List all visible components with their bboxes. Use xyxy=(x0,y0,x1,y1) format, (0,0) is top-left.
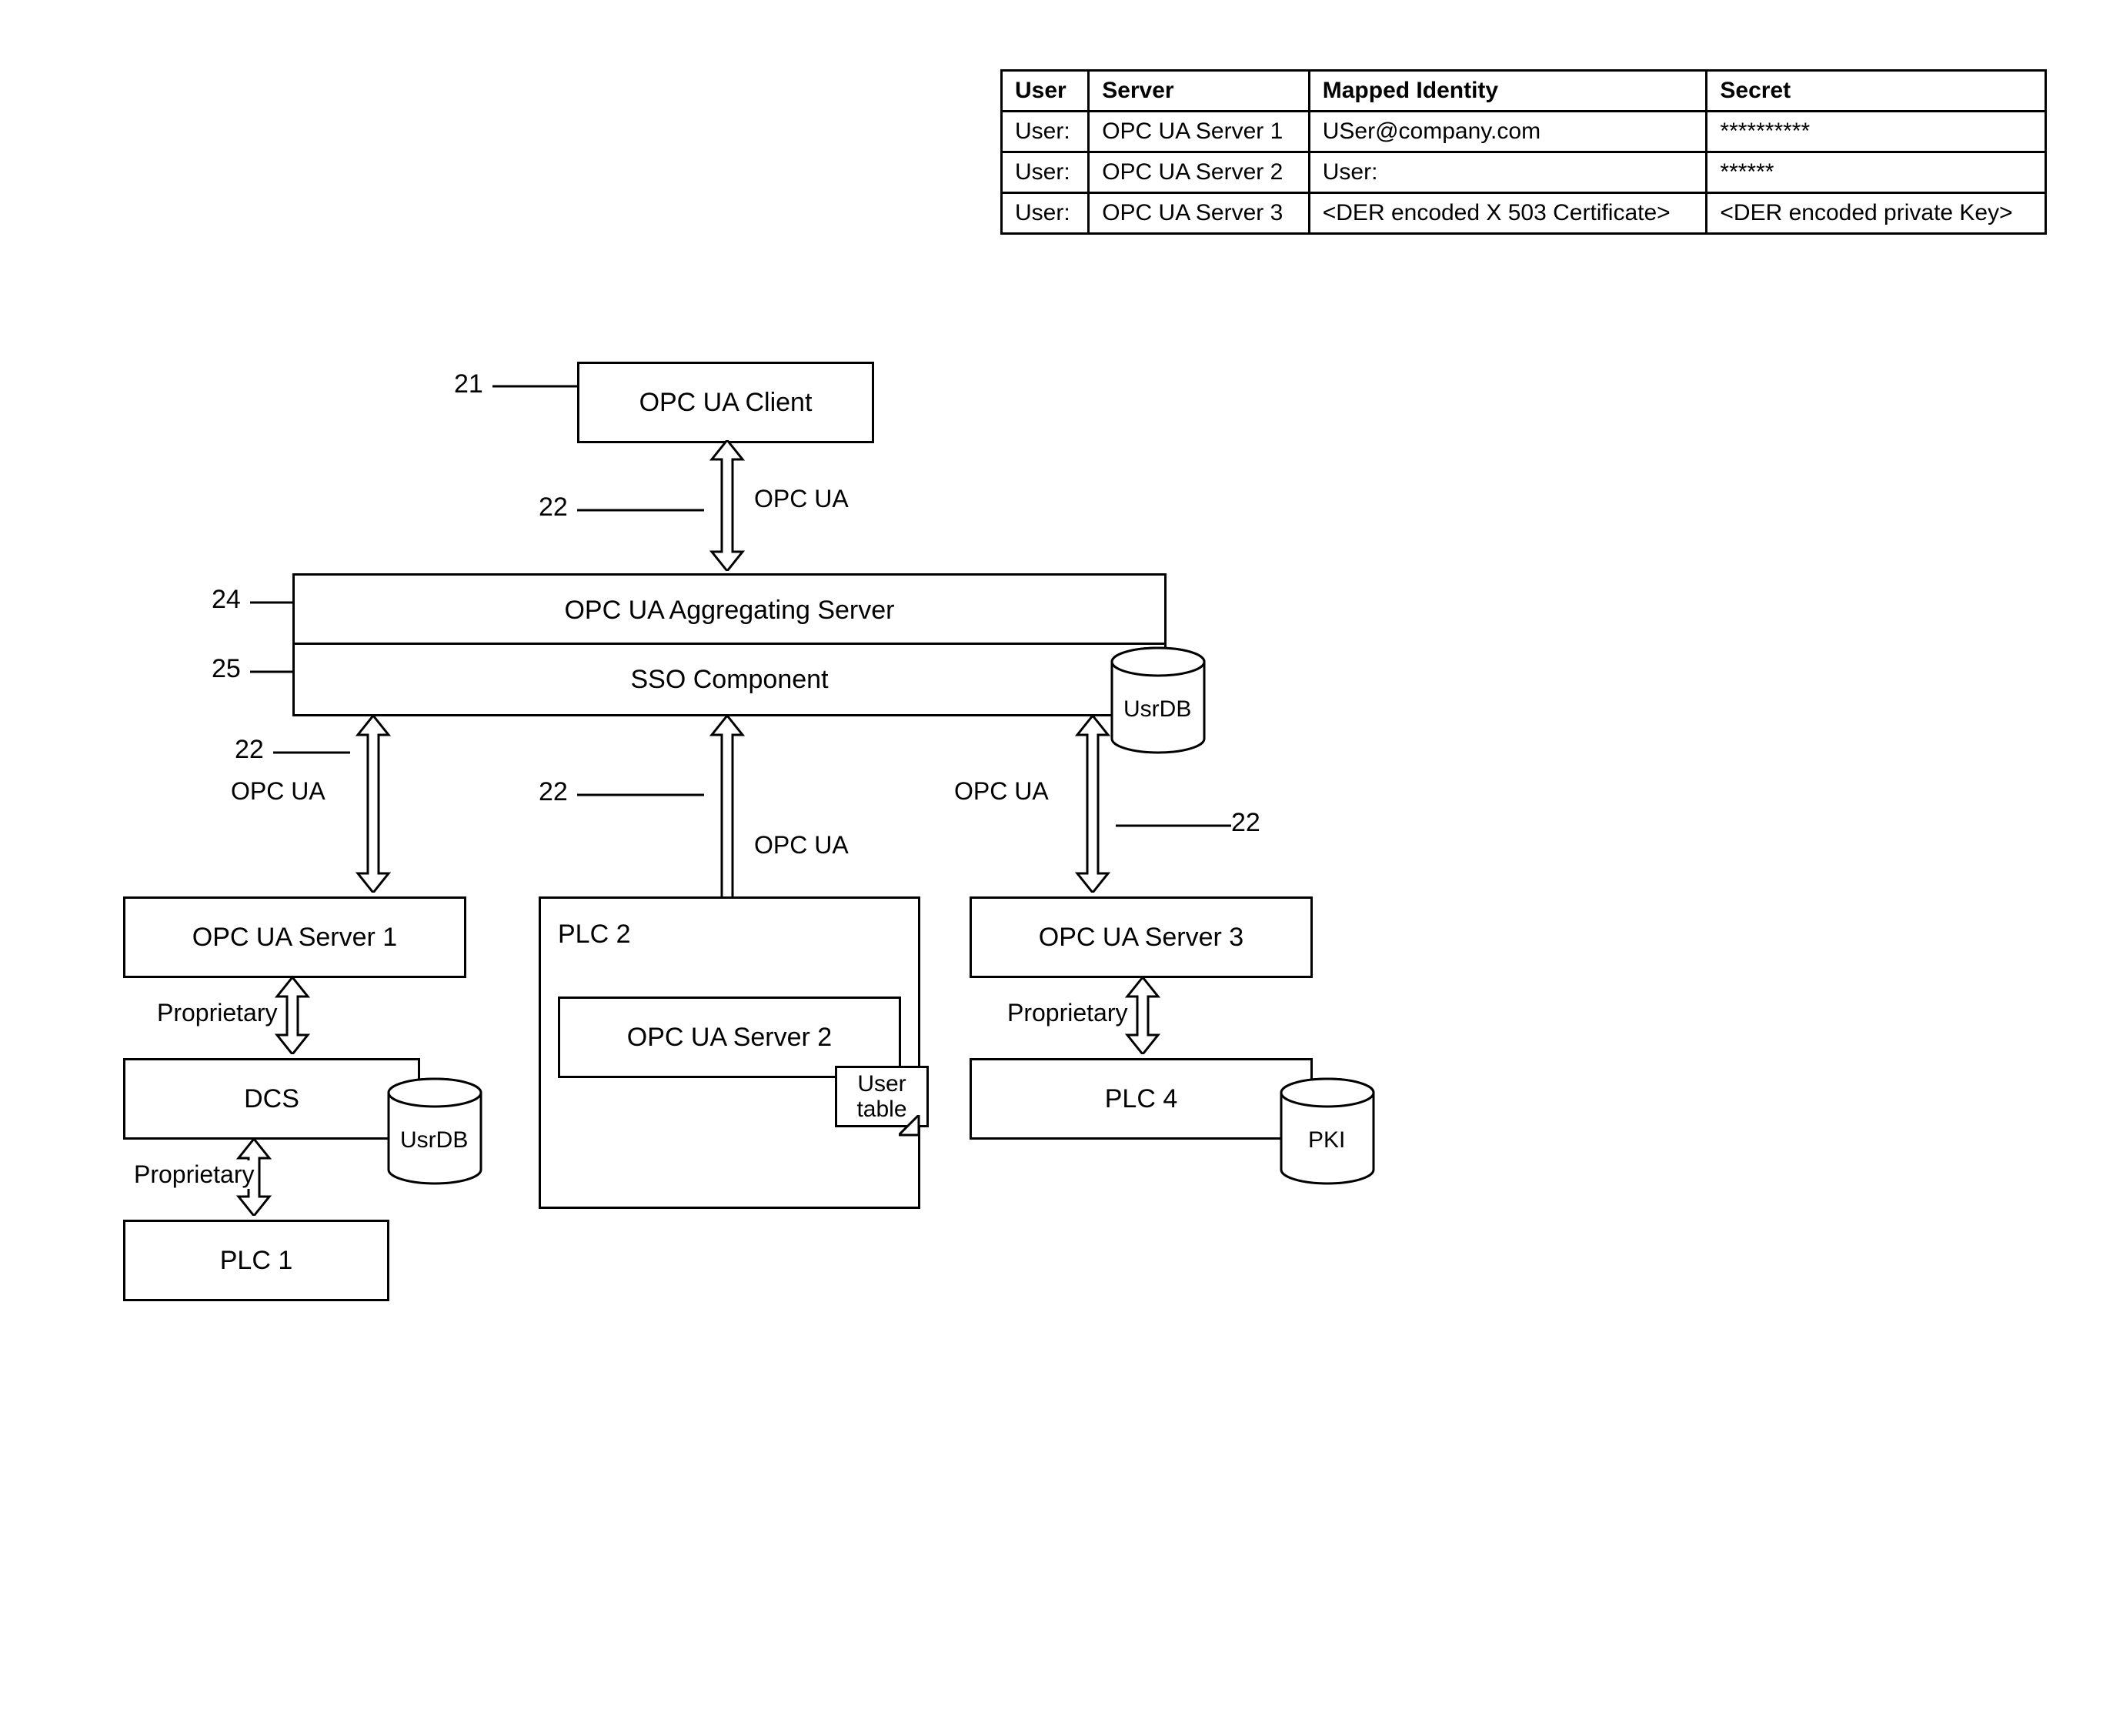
opc-ua-server-3-label: OPC UA Server 3 xyxy=(1039,923,1243,953)
table-row: User: OPC UA Server 3 <DER encoded X 503… xyxy=(1002,193,2046,234)
col-mapped-identity: Mapped Identity xyxy=(1309,71,1707,112)
identity-mapping-table: User Server Mapped Identity Secret User:… xyxy=(1000,69,2047,235)
ref-22-right: 22 xyxy=(1231,808,1260,838)
table-row: User: OPC UA Server 1 USer@company.com *… xyxy=(1002,112,2046,152)
opc-ua-server-3-box: OPC UA Server 3 xyxy=(970,896,1313,978)
opc-ua-conn-label: OPC UA xyxy=(231,777,325,806)
double-arrow-icon xyxy=(354,716,392,893)
ref-21: 21 xyxy=(454,369,483,399)
plc-2-label: PLC 2 xyxy=(558,920,631,950)
opc-ua-conn-label: OPC UA xyxy=(954,777,1049,806)
opc-ua-server-2-label: OPC UA Server 2 xyxy=(627,1023,832,1053)
ref-25: 25 xyxy=(212,654,241,684)
plc-4-label: PLC 4 xyxy=(1105,1084,1178,1114)
sso-component-box: SSO Component xyxy=(292,643,1167,716)
plc-1-label: PLC 1 xyxy=(220,1246,293,1276)
opc-ua-conn-label: OPC UA xyxy=(754,831,849,860)
plc-1-box: PLC 1 xyxy=(123,1220,389,1301)
dcs-label: DCS xyxy=(244,1084,299,1114)
sso-component-label: SSO Component xyxy=(630,665,828,695)
ref-22-mid: 22 xyxy=(539,777,568,807)
col-server: Server xyxy=(1089,71,1310,112)
proprietary-label: Proprietary xyxy=(154,999,281,1027)
col-user: User xyxy=(1002,71,1089,112)
opc-ua-server-1-label: OPC UA Server 1 xyxy=(192,923,397,953)
aggregating-server-box: OPC UA Aggregating Server xyxy=(292,573,1167,647)
usrdb-label: UsrDB xyxy=(1123,696,1191,723)
pki-label: PKI xyxy=(1308,1127,1345,1153)
col-secret: Secret xyxy=(1707,71,2046,112)
opc-ua-client-label: OPC UA Client xyxy=(639,388,813,418)
proprietary-label: Proprietary xyxy=(131,1160,258,1189)
usrdb-label: UsrDB xyxy=(400,1127,468,1153)
table-row: User: OPC UA Server 2 User: ****** xyxy=(1002,152,2046,193)
double-arrow-icon xyxy=(1073,716,1112,893)
opc-ua-conn-label: OPC UA xyxy=(754,485,849,513)
ref-24: 24 xyxy=(212,585,241,615)
double-arrow-icon xyxy=(708,440,746,571)
proprietary-label: Proprietary xyxy=(1004,999,1131,1027)
opc-ua-client-box: OPC UA Client xyxy=(577,362,874,443)
opc-ua-server-1-box: OPC UA Server 1 xyxy=(123,896,466,978)
plc-4-box: PLC 4 xyxy=(970,1058,1313,1140)
dcs-box: DCS xyxy=(123,1058,420,1140)
ref-22-left: 22 xyxy=(235,735,264,765)
ref-22-top: 22 xyxy=(539,492,568,522)
aggregating-server-label: OPC UA Aggregating Server xyxy=(564,596,894,626)
